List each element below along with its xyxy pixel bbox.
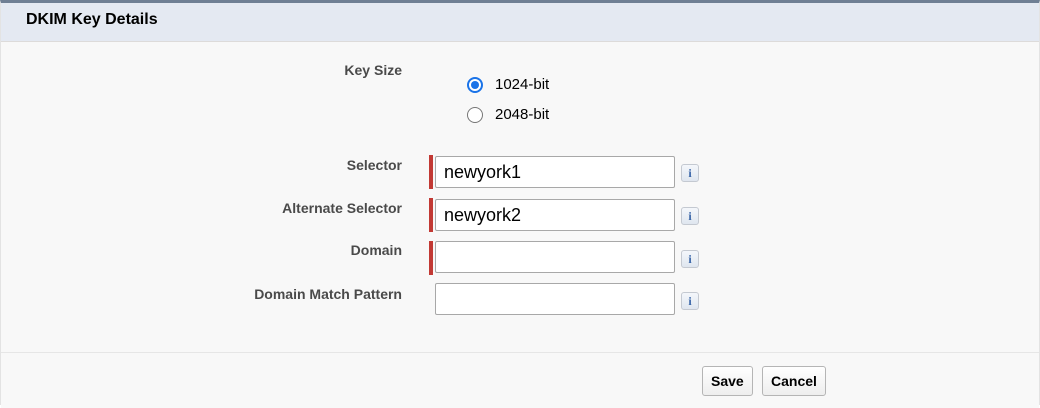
dkim-key-details-panel: DKIM Key Details Key Size 1024-bit 2048-… (0, 0, 1040, 408)
radio-2048-bit-label: 2048-bit (495, 105, 550, 123)
cancel-button[interactable]: Cancel (762, 366, 826, 396)
key-size-option-2048[interactable]: 2048-bit (467, 105, 549, 123)
domain-info-icon[interactable]: i (681, 250, 699, 268)
section-title: DKIM Key Details (26, 11, 158, 28)
alternate-selector-label: Alternate Selector (282, 200, 402, 216)
button-bar: Save Cancel (1, 352, 1039, 408)
domain-label: Domain (350, 242, 402, 258)
selector-label: Selector (346, 157, 402, 173)
radio-1024-bit[interactable] (467, 77, 483, 93)
alternate-selector-required-indicator (429, 198, 433, 232)
selector-input[interactable] (435, 156, 675, 188)
selector-required-indicator (429, 155, 433, 189)
alternate-selector-input[interactable] (435, 199, 675, 231)
key-size-label: Key Size (344, 62, 402, 78)
domain-match-pattern-info-icon[interactable]: i (681, 292, 699, 310)
domain-match-pattern-input[interactable] (435, 283, 675, 315)
radio-2048-bit[interactable] (467, 107, 483, 123)
domain-input[interactable] (435, 241, 675, 273)
key-size-option-1024[interactable]: 1024-bit (467, 75, 549, 93)
section-header: DKIM Key Details (1, 3, 1039, 42)
selector-info-icon[interactable]: i (681, 164, 699, 182)
domain-match-pattern-label: Domain Match Pattern (254, 286, 402, 302)
form-body: Key Size 1024-bit 2048-bit Selector i Al… (1, 42, 1039, 351)
domain-required-indicator (429, 241, 433, 275)
alternate-selector-info-icon[interactable]: i (681, 207, 699, 225)
save-button[interactable]: Save (702, 366, 753, 396)
radio-1024-bit-label: 1024-bit (495, 75, 550, 93)
